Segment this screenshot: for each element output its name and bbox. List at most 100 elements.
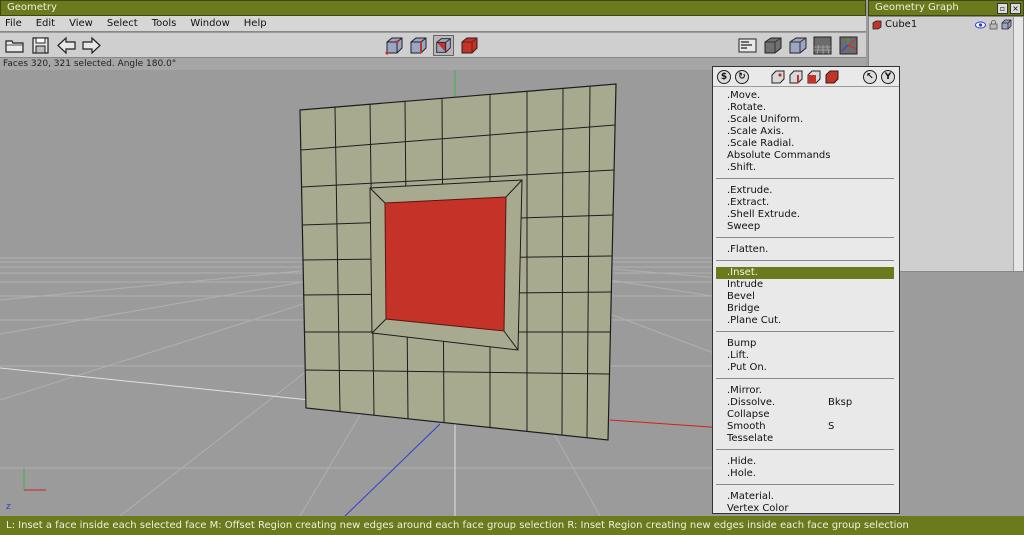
face-select-icon[interactable] [807,70,821,84]
menu-item-hole[interactable]: .Hole. [716,468,894,480]
lock-icon[interactable] [989,20,998,36]
menu-item-label: .Shift. [727,162,757,173]
ground-grid-icon[interactable] [812,35,833,56]
graph-node-row[interactable]: Cube1 [869,17,1023,33]
menu-file[interactable]: File [0,16,31,31]
menu-item-label: Bridge [727,303,760,314]
menu-item-label: .Plane Cut. [727,315,782,326]
close-icon[interactable]: × [1010,3,1021,14]
menu-help[interactable]: Help [239,16,276,31]
x-axis-neg [0,367,311,401]
menu-separator [716,331,894,332]
menu-item-bridge[interactable]: Bridge [716,303,894,315]
menu-item-shell-extrude[interactable]: .Shell Extrude. [716,209,894,221]
menu-item-move[interactable]: .Move. [716,90,894,102]
menu-item-label: .Dissolve. [727,397,776,408]
selected-face[interactable] [384,196,507,332]
menu-icon-row: $ ↻ ↖ Y [713,67,899,87]
edge-select-icon[interactable] [789,70,803,84]
wire-cube-icon[interactable] [1001,19,1012,36]
repeat-icon[interactable]: ↻ [735,70,749,84]
menu-item-shortcut: S [828,421,835,432]
menu-item-label: Bump [727,338,757,349]
menu-tools[interactable]: Tools [147,16,186,31]
menu-item-label: Absolute Commands [727,150,831,161]
menu-item-scale-uniform[interactable]: .Scale Uniform. [716,114,894,126]
menu-separator [716,378,894,379]
menu-item-shortcut: Bksp [828,397,853,408]
menu-item-mirror[interactable]: .Mirror. [716,385,894,397]
selection-info-text: Faces 320, 321 selected. Angle 180.0° [3,59,177,69]
menu-item-label: .Put On. [727,362,767,373]
arrow-right-icon[interactable] [81,35,102,56]
menu-item-inset[interactable]: .Inset. [716,267,894,279]
edge-mode-icon[interactable] [408,35,429,56]
menu-item-extrude[interactable]: .Extrude. [716,185,894,197]
menu-window[interactable]: Window [185,16,238,31]
vertex-mode-icon[interactable] [384,35,405,56]
body-select-icon[interactable] [825,70,839,84]
body-mode-icon[interactable] [459,35,480,56]
flat-cube-icon[interactable] [787,35,808,56]
menu-item-shift[interactable]: .Shift. [716,162,894,174]
menu-item-label: Bevel [727,291,755,302]
menu-separator [716,260,894,261]
tools-icon[interactable]: Y [881,70,895,84]
undo-icon[interactable]: $ [717,70,731,84]
menu-item-sweep[interactable]: Sweep [716,221,894,233]
menu-item-label: Tesselate [727,433,774,444]
menu-item-bevel[interactable]: Bevel [716,291,894,303]
geometry-window-title: Geometry [0,0,866,16]
maximize-icon[interactable]: ▫ [997,3,1008,14]
menu-item-plane-cut[interactable]: .Plane Cut. [716,315,894,327]
menu-item-lift[interactable]: .Lift. [716,350,894,362]
menu-item-scale-axis[interactable]: .Scale Axis. [716,126,894,138]
graph-node-label: Cube1 [885,19,918,30]
mesh-object [299,83,617,441]
menu-separator [716,484,894,485]
menu-edit[interactable]: Edit [31,16,64,31]
folder-icon[interactable] [4,35,25,56]
toolbar [0,33,866,58]
status-bar: L: Inset a face inside each selected fac… [0,516,1024,535]
status-text: L: Inset a face inside each selected fac… [6,520,909,531]
menu-item-tesselate[interactable]: Tesselate [716,433,894,445]
menu-view[interactable]: View [64,16,102,31]
menu-item-intrude[interactable]: Intrude [716,279,894,291]
menu-item-label: .Mirror. [727,385,762,396]
menu-item-material[interactable]: .Material. [716,491,894,503]
menu-item-put-on[interactable]: .Put On. [716,362,894,374]
menu-item-label: .Shell Extrude. [727,209,801,220]
menu-item-label: .Hole. [727,468,756,479]
menu-item-label: .Move. [727,90,761,101]
menu-item-vertex-color[interactable]: Vertex Color [716,503,894,515]
menu-item-smooth[interactable]: Smooth S [716,421,894,433]
menu-item-collapse[interactable]: Collapse [716,409,894,421]
pointer-icon[interactable]: ↖ [863,70,877,84]
arrow-left-icon[interactable] [56,35,77,56]
save-icon[interactable] [30,35,51,56]
outliner-icon[interactable] [737,35,758,56]
vertex-select-icon[interactable] [771,70,785,84]
menu-select[interactable]: Select [102,16,147,31]
graph-scrollbar[interactable] [1013,17,1023,271]
menu-item-label: .Extrude. [727,185,773,196]
menu-item-flatten[interactable]: .Flatten. [716,244,894,256]
menu-item-label: .Material. [727,491,774,502]
menu-item-dissolve[interactable]: .Dissolve. Bksp [716,397,894,409]
menu-item-rotate[interactable]: .Rotate. [716,102,894,114]
eye-icon[interactable] [975,20,986,36]
shaded-cube-icon[interactable] [762,35,783,56]
axes-icon[interactable] [838,35,859,56]
context-menu: $ ↻ ↖ Y .Move. .Rotate. .Scale Uniform. .Sc… [712,66,900,535]
z-axis [344,423,441,516]
menu-item-scale-radial[interactable]: .Scale Radial. [716,138,894,150]
menu-item-absolute-commands[interactable]: Absolute Commands [716,150,894,162]
cube-icon [872,20,882,30]
face-mode-icon[interactable] [433,35,454,56]
menu-item-bump[interactable]: Bump [716,338,894,350]
menu-item-label: .Lift. [727,350,749,361]
menu-item-hide[interactable]: .Hide. [716,456,894,468]
menu-item-extract[interactable]: .Extract. [716,197,894,209]
graph-title-label: Geometry Graph [875,2,959,13]
